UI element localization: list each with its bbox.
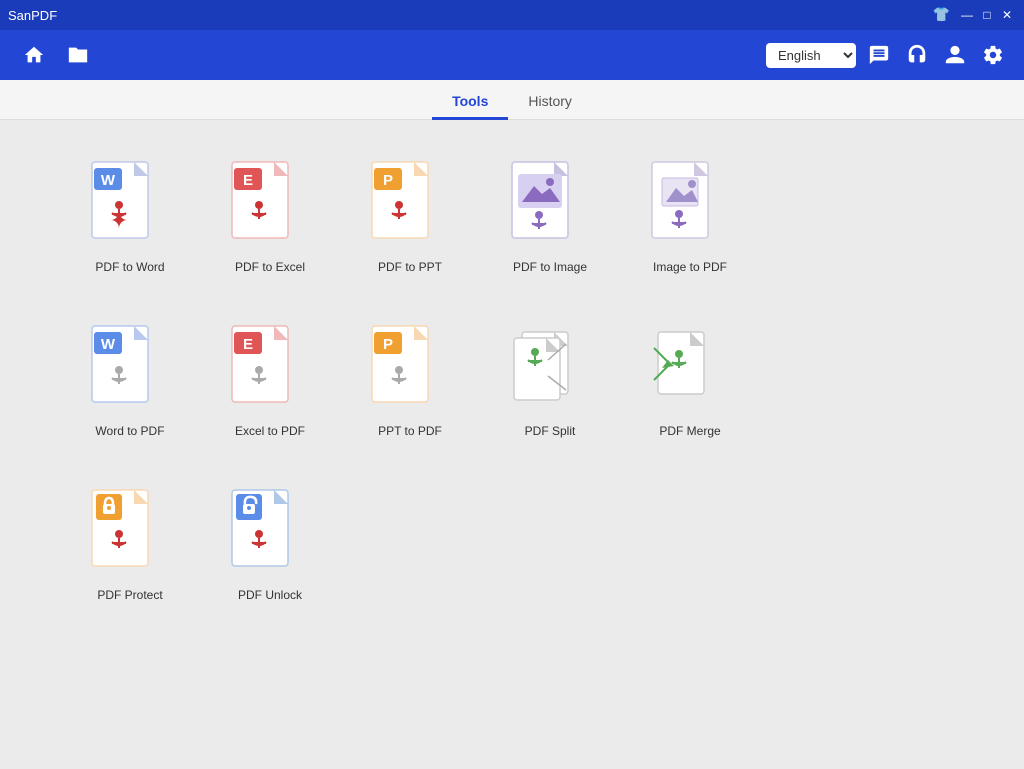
tool-word-to-pdf-label: Word to PDF [95, 424, 164, 438]
image-to-pdf-icon [650, 160, 720, 245]
svg-text:W: W [101, 172, 116, 189]
tool-pdf-to-word[interactable]: W ✦ PDF to Word [60, 150, 200, 284]
tool-pdf-to-excel-label: PDF to Excel [235, 260, 305, 274]
pdf-protect-icon [90, 488, 160, 573]
tool-image-to-pdf-label: Image to PDF [653, 260, 727, 274]
close-button[interactable]: ✕ [998, 6, 1016, 24]
tool-pdf-to-ppt-label: PDF to PPT [378, 260, 442, 274]
tool-ppt-to-pdf[interactable]: P PPT to PDF [340, 314, 480, 448]
svg-text:E: E [243, 336, 253, 353]
pdf-to-word-icon: W ✦ [90, 160, 160, 245]
svg-text:P: P [383, 336, 393, 353]
toolbar: English Chinese Japanese [0, 30, 1024, 80]
tools-row-2: W Word to PDF E [60, 314, 964, 448]
svg-text:W: W [101, 336, 116, 353]
tool-pdf-merge[interactable]: PDF Merge [620, 314, 760, 448]
word-to-pdf-icon: W [90, 324, 160, 409]
tool-pdf-to-ppt[interactable]: P PDF to PPT [340, 150, 480, 284]
tool-pdf-protect-label: PDF Protect [97, 588, 162, 602]
pdf-merge-icon [650, 324, 720, 409]
tool-pdf-unlock[interactable]: PDF Unlock [200, 478, 340, 612]
app-title: SanPDF [8, 8, 57, 23]
tab-tools[interactable]: Tools [432, 85, 508, 120]
tab-history[interactable]: History [508, 85, 592, 120]
excel-to-pdf-icon: E [230, 324, 300, 409]
tabs-bar: Tools History [0, 80, 1024, 120]
folder-button[interactable] [60, 37, 96, 73]
tool-pdf-protect[interactable]: PDF Protect [60, 478, 200, 612]
tool-pdf-split-label: PDF Split [525, 424, 576, 438]
minimize-button[interactable]: — [958, 6, 976, 24]
tool-image-to-pdf[interactable]: Image to PDF [620, 150, 760, 284]
settings-button[interactable] [978, 40, 1008, 70]
tool-word-to-pdf[interactable]: W Word to PDF [60, 314, 200, 448]
pdf-unlock-icon [230, 488, 300, 573]
tool-pdf-split[interactable]: PDF Split [480, 314, 620, 448]
tools-row-1: W ✦ PDF to Word [60, 150, 964, 284]
toolbar-right: English Chinese Japanese [766, 40, 1008, 70]
tool-excel-to-pdf-label: Excel to PDF [235, 424, 305, 438]
headset-button[interactable] [902, 40, 932, 70]
pdf-to-image-icon [510, 160, 580, 245]
language-selector[interactable]: English Chinese Japanese [766, 43, 856, 68]
tool-pdf-unlock-label: PDF Unlock [238, 588, 302, 602]
tool-pdf-to-word-label: PDF to Word [95, 260, 164, 274]
svg-text:E: E [243, 172, 253, 189]
tool-pdf-to-excel[interactable]: E PDF to Excel [200, 150, 340, 284]
home-button[interactable] [16, 37, 52, 73]
tool-pdf-merge-label: PDF Merge [659, 424, 720, 438]
shirt-icon: 👕 [933, 6, 950, 24]
pdf-to-ppt-icon: P [370, 160, 440, 245]
tool-ppt-to-pdf-label: PPT to PDF [378, 424, 442, 438]
tool-excel-to-pdf[interactable]: E Excel to PDF [200, 314, 340, 448]
pdf-split-icon [510, 324, 580, 409]
tools-row-3: PDF Protect [60, 478, 964, 612]
tool-pdf-to-image-label: PDF to Image [513, 260, 587, 274]
ppt-to-pdf-icon: P [370, 324, 440, 409]
chat-button[interactable] [864, 40, 894, 70]
titlebar-controls: 👕 — □ ✕ [933, 6, 1016, 24]
tool-pdf-to-image[interactable]: PDF to Image [480, 150, 620, 284]
content-area: W ✦ PDF to Word [0, 120, 1024, 769]
maximize-button[interactable]: □ [978, 6, 996, 24]
titlebar: SanPDF 👕 — □ ✕ [0, 0, 1024, 30]
pdf-to-excel-icon: E [230, 160, 300, 245]
user-button[interactable] [940, 40, 970, 70]
svg-text:P: P [383, 172, 393, 189]
